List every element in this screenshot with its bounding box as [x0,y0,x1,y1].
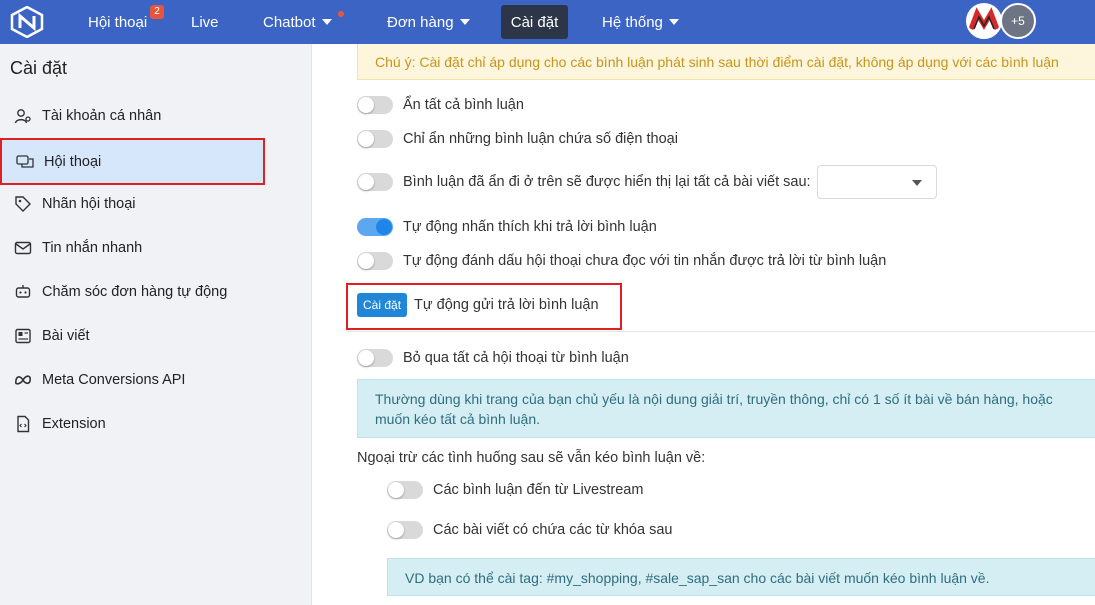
sidebar-item-posts[interactable]: Bài viết [0,314,265,358]
setting-label: Các bình luận đến từ Livestream [433,482,644,498]
livestream-comments-toggle[interactable] [387,481,423,499]
setting-label: Tự động gửi trả lời bình luận [414,297,599,313]
sidebar-item-auto-order-care[interactable]: Chăm sóc đơn hàng tự động [0,270,265,314]
setting-label: Tự động đánh dấu hội thoại chưa đọc với … [403,253,887,269]
newspaper-icon [14,327,32,345]
sidebar-item-label: Extension [42,416,106,432]
more-pages-avatar[interactable]: +5 [1000,3,1036,39]
bot-icon [14,283,32,301]
posts-select[interactable] [816,165,937,199]
nav-live-label: Live [191,13,219,31]
setting-label: Tự động nhấn thích khi trả lời bình luận [403,219,657,235]
auto-mark-unread-toggle[interactable] [357,252,393,270]
nav-conversations-badge: 2 [150,5,164,19]
sidebar-item-conversations[interactable]: Hội thoại [0,138,265,185]
sidebar-item-label: Tin nhắn nhanh [42,240,143,256]
nav-chatbot[interactable]: Chatbot [263,0,332,44]
chat-bubbles-icon [16,153,34,171]
info-note-line-1: Thường dùng khi trang của bạn chủ yếu là… [375,391,1053,407]
nav-conversations-label: Hội thoại [88,13,148,31]
setting-skip-comment-conversations: Bỏ qua tất cả hội thoại từ bình luận [357,349,629,367]
nav-chatbot-label: Chatbot [263,13,316,31]
chevron-down-icon [668,19,679,25]
page-logo-icon [968,5,1000,37]
section-divider [346,331,1095,332]
nav-conversations[interactable]: Hội thoại [88,0,147,44]
auto-reply-setup-button[interactable]: Cài đặt [357,293,408,317]
app-logo-icon[interactable] [10,6,44,38]
nav-settings-label: Cài đặt [510,13,559,31]
sidebar-item-label: Meta Conversions API [42,372,186,388]
meta-icon [14,371,32,389]
envelope-icon [14,239,32,257]
skip-comment-conversations-toggle[interactable] [357,349,393,367]
settings-sidebar: Cài đặt Tài khoản cá nhân Hội thoại Nhãn… [0,44,312,605]
setting-label: Bình luận đã ẩn đi ở trên sẽ được hiển t… [403,174,811,190]
setting-auto-like: Tự động nhấn thích khi trả lời bình luận [357,218,657,236]
sidebar-title: Cài đặt [10,58,68,78]
setting-label: Chỉ ẩn những bình luận chứa số điện thoạ… [403,131,678,147]
nav-system[interactable]: Hệ thống [602,0,679,44]
keyword-posts-toggle[interactable] [387,521,423,539]
nav-orders-label: Đơn hàng [387,13,454,31]
setting-hide-phone-comments: Chỉ ẩn những bình luận chứa số điện thoạ… [357,130,678,148]
hide-phone-comments-toggle[interactable] [357,130,393,148]
sidebar-item-meta-conversions-api[interactable]: Meta Conversions API [0,358,265,402]
show-hidden-comments-toggle[interactable] [357,173,393,191]
sidebar-item-conversation-tags[interactable]: Nhãn hội thoại [0,182,265,226]
tag-example-note: VD bạn có thể cài tag: #my_shopping, #sa… [387,558,1095,596]
sidebar-item-label: Tài khoản cá nhân [42,108,162,124]
setting-auto-reply: Cài đặt Tự động gửi trả lời bình luận [357,293,599,317]
user-gear-icon [14,107,32,125]
sidebar-item-label: Bài viết [42,328,90,344]
except-title: Ngoại trừ các tình huống sau sẽ vẫn kéo … [357,450,706,466]
nav-live[interactable]: Live [191,0,219,44]
sidebar-item-label: Nhãn hội thoại [42,196,136,212]
nav-system-label: Hệ thống [602,13,663,31]
sidebar-item-label: Hội thoại [44,153,102,170]
nav-orders[interactable]: Đơn hàng [387,0,470,44]
file-code-icon [14,415,32,433]
page-avatar[interactable] [966,3,1002,39]
chevron-down-icon [321,19,332,25]
info-note: Thường dùng khi trang của bạn chủ yếu là… [357,379,1095,438]
setting-label: Các bài viết có chứa các từ khóa sau [433,522,673,538]
setting-keyword-posts: Các bài viết có chứa các từ khóa sau [387,521,672,539]
setting-hide-all-comments: Ẩn tất cả bình luận [357,96,524,114]
warning-note: Chú ý: Cài đặt chỉ áp dụng cho các bình … [357,44,1095,80]
sidebar-item-extension[interactable]: Extension [0,402,265,446]
info-note-line-2: muốn kéo tất cả bình luận. [375,411,540,427]
hide-all-comments-toggle[interactable] [357,96,393,114]
sidebar-item-personal-account[interactable]: Tài khoản cá nhân [0,94,265,138]
top-nav: Hội thoại 2 Live Chatbot Đơn hàng Cài đặ… [0,0,1095,44]
sidebar-item-label: Chăm sóc đơn hàng tự động [42,284,228,300]
more-pages-count: +5 [1011,14,1025,28]
setting-livestream-comments: Các bình luận đến từ Livestream [387,481,643,499]
setting-auto-mark-unread: Tự động đánh dấu hội thoại chưa đọc với … [357,252,886,270]
setting-label: Bỏ qua tất cả hội thoại từ bình luận [403,350,629,366]
chevron-down-icon [459,19,470,25]
settings-main: Chú ý: Cài đặt chỉ áp dụng cho các bình … [313,44,1095,605]
nav-settings[interactable]: Cài đặt [501,5,568,39]
setting-show-hidden-comments: Bình luận đã ẩn đi ở trên sẽ được hiển t… [357,165,937,199]
tag-icon [14,195,32,213]
setting-label: Ẩn tất cả bình luận [403,97,524,113]
auto-like-toggle[interactable] [357,218,393,236]
sidebar-item-quick-messages[interactable]: Tin nhắn nhanh [0,226,265,270]
nav-chatbot-dot [338,11,344,17]
